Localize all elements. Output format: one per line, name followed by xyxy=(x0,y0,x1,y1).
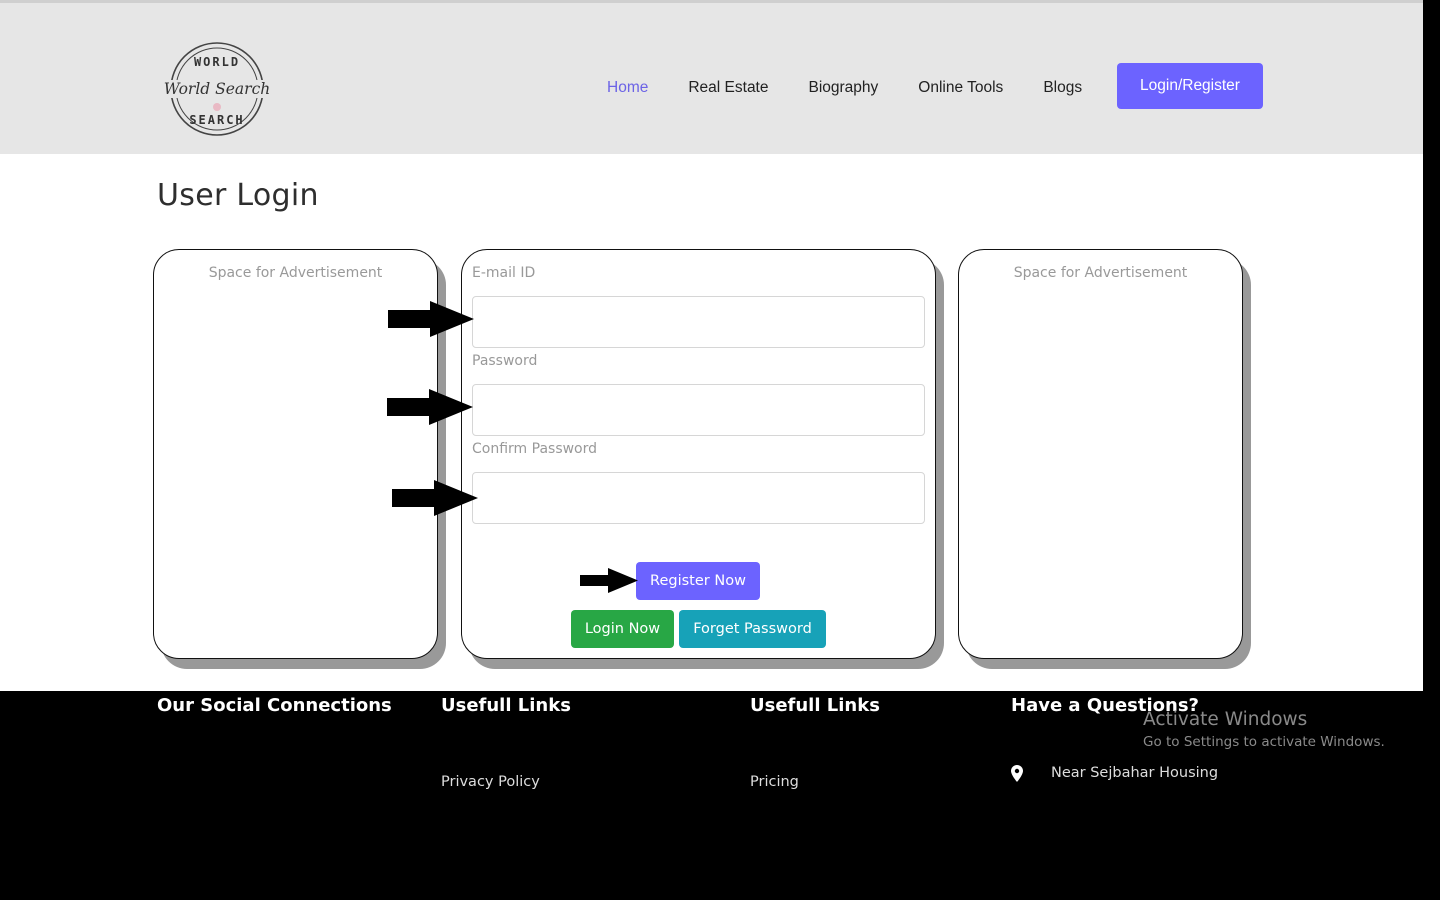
arrow-right-icon xyxy=(388,301,474,337)
footer-heading-links: Usefull Links xyxy=(441,695,571,716)
forget-password-button[interactable]: Forget Password xyxy=(679,610,826,648)
site-header: WORLD World Search SEARCH Home Real Esta… xyxy=(0,3,1423,154)
register-button[interactable]: Register Now xyxy=(636,562,760,600)
ad-placeholder-text: Space for Advertisement xyxy=(1013,265,1188,281)
nav-blogs[interactable]: Blogs xyxy=(1043,79,1082,97)
logo-top-text: WORLD xyxy=(194,55,240,69)
nav-real-estate[interactable]: Real Estate xyxy=(688,79,768,97)
email-field[interactable] xyxy=(472,296,925,348)
footer-heading-social: Our Social Connections xyxy=(157,695,392,716)
footer-link-pricing[interactable]: Pricing xyxy=(750,774,799,790)
login-register-button[interactable]: Login/Register xyxy=(1117,63,1263,109)
activate-windows-subtitle: Go to Settings to activate Windows. xyxy=(1143,734,1385,750)
ad-placeholder-text: Space for Advertisement xyxy=(208,265,383,281)
confirm-password-field[interactable] xyxy=(472,472,925,524)
nav-online-tools[interactable]: Online Tools xyxy=(918,79,1003,97)
nav-biography[interactable]: Biography xyxy=(809,79,879,97)
advertisement-right: Space for Advertisement xyxy=(958,249,1243,659)
main-nav: Home Real Estate Biography Online Tools … xyxy=(590,63,1082,113)
login-button[interactable]: Login Now xyxy=(571,610,674,648)
footer-heading-links: Usefull Links xyxy=(750,695,880,716)
login-form-panel: E-mail ID Password Confirm Password Regi… xyxy=(461,249,936,659)
site-logo[interactable]: WORLD World Search SEARCH xyxy=(158,40,276,138)
footer-address: Near Sejbahar Housing xyxy=(1051,765,1219,781)
password-label: Password xyxy=(472,353,538,369)
confirm-password-label: Confirm Password xyxy=(472,441,598,457)
page-title: User Login xyxy=(157,178,319,213)
arrow-right-icon xyxy=(580,568,638,593)
footer-link-privacy-policy[interactable]: Privacy Policy xyxy=(441,774,540,790)
logo-bottom-text: SEARCH xyxy=(189,113,244,127)
map-pin-icon xyxy=(1011,765,1023,782)
logo-middle-text: World Search xyxy=(164,80,271,98)
browser-viewport: WORLD World Search SEARCH Home Real Esta… xyxy=(0,0,1423,790)
arrow-right-icon xyxy=(387,389,473,425)
nav-home[interactable]: Home xyxy=(607,79,648,97)
password-field[interactable] xyxy=(472,384,925,436)
activate-windows-title: Activate Windows xyxy=(1143,709,1308,730)
email-label: E-mail ID xyxy=(472,265,536,281)
arrow-right-icon xyxy=(392,480,478,516)
